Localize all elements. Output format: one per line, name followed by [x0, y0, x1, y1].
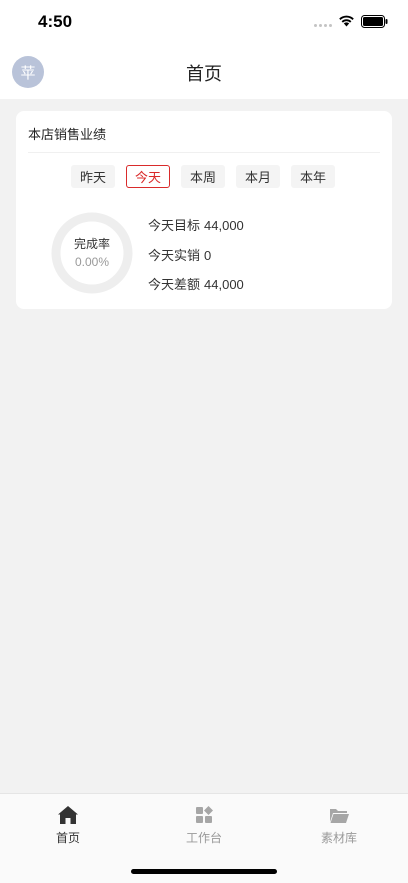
- tab-bar-materials[interactable]: 素材库: [299, 804, 379, 846]
- stat-difference-value: 44,000: [204, 277, 244, 292]
- folder-icon: [330, 809, 349, 823]
- wifi-icon: [339, 15, 354, 27]
- stat-difference: 今天差额 44,000: [148, 274, 244, 293]
- stat-actual-sales-value: 0: [204, 248, 212, 263]
- stat-target: 今天目标 44,000: [148, 215, 244, 234]
- home-icon: [58, 806, 78, 824]
- tab-this-week[interactable]: 本周: [181, 165, 225, 188]
- stat-target-value: 44,000: [204, 218, 244, 233]
- completion-label: 完成率: [73, 237, 110, 251]
- status-bar: 4:50: [0, 0, 408, 44]
- card-title: 本店销售业绩: [28, 127, 107, 142]
- header-area: 4:50 苹 首页: [0, 0, 408, 99]
- status-time: 4:50: [38, 12, 73, 31]
- store-sales-card: 本店销售业绩 昨天 今天 本周 本月 本年 完成率 0.00% 今天目标 44,0…: [16, 111, 392, 309]
- tab-yesterday[interactable]: 昨天: [71, 165, 115, 188]
- tab-bar-workbench-label: 工作台: [185, 831, 222, 845]
- tab-bar-materials-label: 素材库: [320, 831, 357, 845]
- divider: [28, 152, 380, 153]
- battery-icon: [361, 15, 388, 28]
- tab-bar-home-label: 首页: [55, 831, 80, 845]
- stat-difference-label: 今天差额: [148, 277, 201, 292]
- home-indicator: [131, 869, 277, 874]
- tab-bar-workbench[interactable]: 工作台: [164, 804, 244, 846]
- tab-bar-home[interactable]: 首页: [28, 804, 108, 846]
- navigation-bar: 苹 首页: [0, 44, 408, 99]
- workbench-icon: [196, 806, 213, 823]
- tab-this-year[interactable]: 本年: [291, 165, 335, 188]
- period-tabs: 昨天 今天 本周 本月 本年: [71, 165, 335, 188]
- completion-value: 0.00%: [74, 255, 110, 269]
- tab-today[interactable]: 今天: [126, 165, 170, 188]
- cellular-signal-icon: [314, 24, 332, 27]
- tab-this-month[interactable]: 本月: [236, 165, 280, 188]
- stat-actual-sales-label: 今天实销: [148, 248, 201, 263]
- page-title: 首页: [186, 64, 222, 84]
- stat-actual-sales: 今天实销 0: [148, 245, 211, 264]
- completion-ring: [51, 212, 133, 294]
- stat-target-label: 今天目标: [148, 218, 201, 233]
